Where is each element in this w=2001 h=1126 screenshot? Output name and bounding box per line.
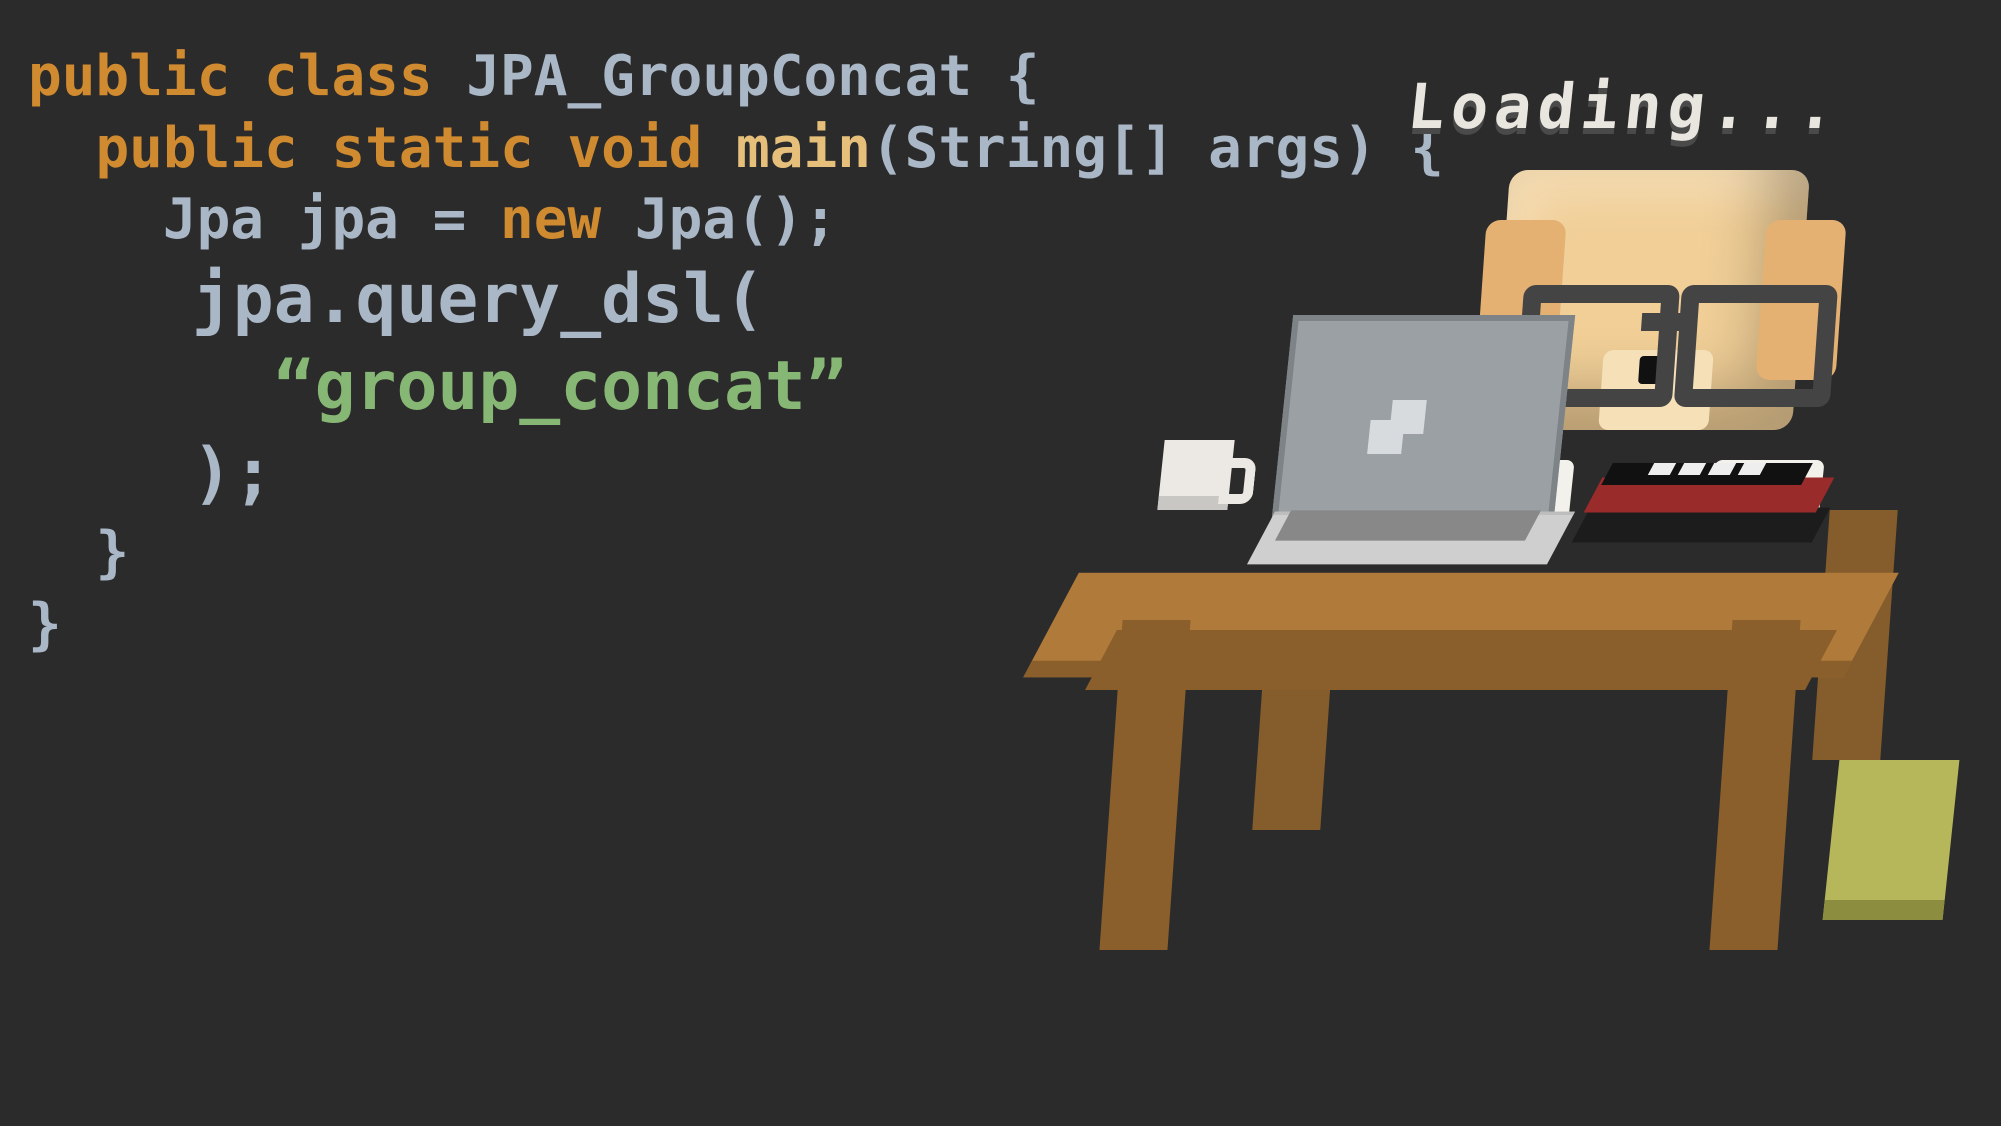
indent bbox=[28, 187, 163, 252]
voxel-illustration: Loading... bbox=[961, 60, 1961, 1060]
op-assign: = bbox=[433, 187, 467, 252]
brace-close: } bbox=[28, 592, 62, 657]
cup-icon bbox=[1157, 440, 1234, 510]
ctor-jpa: Jpa bbox=[635, 187, 736, 252]
var-jpa: jpa bbox=[298, 187, 399, 252]
keyword-class: class bbox=[264, 44, 433, 109]
desk-front-icon bbox=[1085, 630, 1837, 690]
indent bbox=[28, 260, 192, 339]
paren-open: ( bbox=[871, 116, 905, 181]
floor-box-icon bbox=[1823, 760, 1960, 920]
indent bbox=[28, 347, 274, 426]
semicolon: ; bbox=[233, 434, 274, 513]
loading-text: Loading... bbox=[1404, 70, 1845, 143]
indent bbox=[28, 520, 95, 585]
method-query-dsl: query_dsl bbox=[356, 260, 724, 339]
keyword-new: new bbox=[500, 187, 601, 252]
keyword-void: void bbox=[567, 116, 702, 181]
paren-open: ( bbox=[724, 260, 765, 339]
string-group-concat: “group_concat” bbox=[274, 347, 847, 426]
indent bbox=[28, 116, 95, 181]
keyword-static: static bbox=[331, 116, 533, 181]
book-icon bbox=[1572, 508, 1831, 543]
laptop-logo-icon bbox=[1389, 400, 1427, 434]
ctor-parens: () bbox=[736, 187, 803, 252]
op-dot: . bbox=[315, 260, 356, 339]
paren-close: ) bbox=[192, 434, 233, 513]
laptop-keyboard-icon bbox=[1275, 510, 1541, 540]
semicolon: ; bbox=[804, 187, 838, 252]
type-jpa: Jpa bbox=[163, 187, 264, 252]
keyword-public: public bbox=[95, 116, 297, 181]
book-keys-icon bbox=[1648, 463, 1774, 475]
keyword-public: public bbox=[28, 44, 230, 109]
glasses-lens-icon bbox=[1674, 285, 1839, 407]
brace-close: } bbox=[95, 520, 129, 585]
method-main: main bbox=[736, 116, 871, 181]
class-name: JPA_GroupConcat bbox=[466, 44, 972, 109]
indent bbox=[28, 434, 192, 513]
obj-jpa: jpa bbox=[192, 260, 315, 339]
